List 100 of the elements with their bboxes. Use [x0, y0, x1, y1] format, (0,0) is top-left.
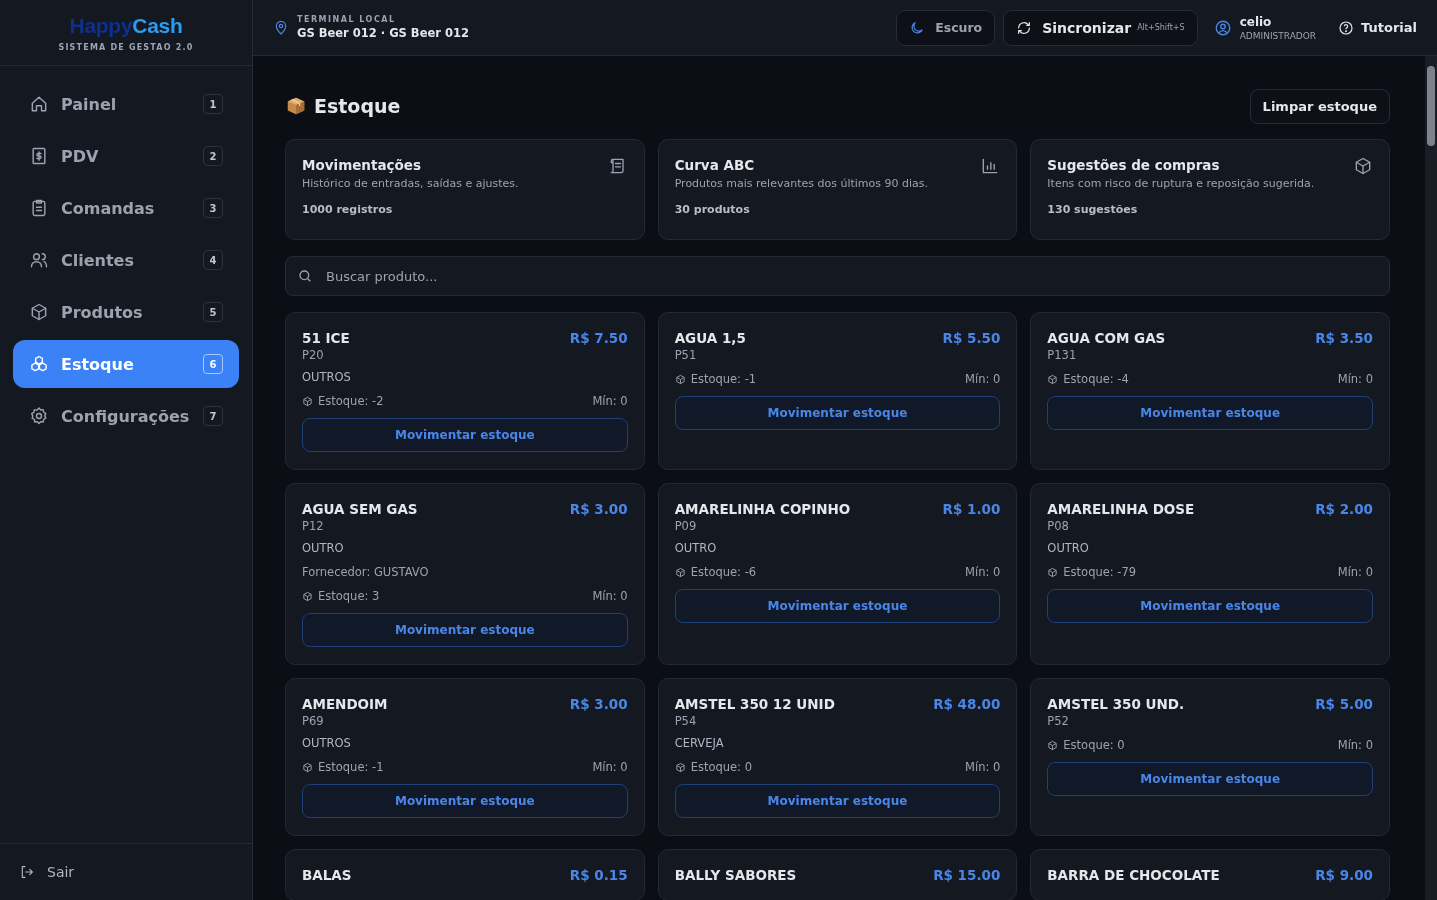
- product-price: R$ 5.50: [942, 330, 1001, 346]
- sidebar-item[interactable]: PDV 2: [13, 132, 239, 180]
- product-price: R$ 5.00: [1315, 696, 1373, 712]
- logo-subtitle: SISTEMA DE GESTAO 2.0: [58, 42, 194, 52]
- box-icon: [674, 373, 686, 385]
- product-price: R$ 2.00: [1315, 501, 1373, 517]
- product-category: OUTRO: [302, 541, 345, 555]
- search-field[interactable]: Buscar produto...: [285, 256, 1390, 296]
- terminal-name: GS Beer 012 · GS Beer 012: [297, 26, 469, 40]
- box-icon: [1353, 156, 1373, 176]
- card-count: 130 sugestões: [1047, 203, 1139, 216]
- card-title: Movimentações: [302, 157, 421, 173]
- product-price: R$ 1.00: [942, 501, 1001, 517]
- card-title: Curva ABC: [674, 157, 755, 173]
- product-price: R$ 3.00: [569, 501, 628, 517]
- product-name: AMSTEL 350 12 UNID: [674, 696, 835, 712]
- product-price: R$ 9.00: [1315, 867, 1373, 883]
- sidebar-item[interactable]: Estoque 6: [13, 340, 239, 388]
- sidebar-item[interactable]: Comandas 3: [13, 184, 239, 232]
- users-icon: [29, 250, 49, 270]
- logout-icon: [19, 864, 35, 880]
- product-code: P09: [674, 519, 698, 533]
- product-name: BALLY SABORES: [674, 867, 797, 883]
- card-description: Itens com risco de ruptura e reposição sugerida.: [1047, 177, 1316, 190]
- product-price: R$ 7.50: [569, 330, 628, 346]
- move-stock-button[interactable]: Movimentar estoque: [1047, 762, 1373, 796]
- user-name: celio: [1239, 14, 1273, 29]
- product-price: R$ 3.00: [569, 696, 628, 712]
- product-code: P52: [1047, 714, 1070, 728]
- gear-icon: [29, 406, 49, 426]
- card-title: Sugestões de compras: [1047, 157, 1220, 173]
- clipboard-icon: [29, 198, 49, 218]
- tutorial-button[interactable]: Tutorial: [1338, 19, 1417, 36]
- sidebar-item[interactable]: Clientes 4: [13, 236, 239, 284]
- sidebar-item[interactable]: Produtos 5: [13, 288, 239, 336]
- product-price: R$ 48.00: [933, 696, 1001, 712]
- stock-level: Estoque: -1: [318, 760, 385, 774]
- box-icon: [302, 395, 313, 407]
- product-name: AGUA COM GAS: [1047, 330, 1166, 346]
- minimum-stock: Mín: 0: [965, 760, 1001, 774]
- product-price: R$ 3.50: [1315, 330, 1373, 346]
- sidebar-item[interactable]: Configurações 7: [13, 392, 239, 440]
- product-code: P20: [302, 348, 325, 362]
- box-icon: [302, 761, 313, 773]
- product-price: R$ 0.15: [569, 867, 628, 883]
- minimum-stock: Mín: 0: [592, 760, 628, 774]
- product-name: AMENDOIM: [302, 696, 388, 712]
- product-code: P54: [674, 714, 698, 728]
- minimum-stock: Mín: 0: [965, 565, 1001, 579]
- scrollbar[interactable]: [1425, 56, 1437, 900]
- minimum-stock: Mín: 0: [1337, 372, 1373, 386]
- stock-level: Estoque: 0: [690, 760, 753, 774]
- product-code: P69: [302, 714, 325, 728]
- summary-card[interactable]: Movimentações Histórico de entradas, saídas e ajustes. 1000 registros: [285, 139, 645, 240]
- product-name: AMARELINHA DOSE: [1047, 501, 1195, 517]
- move-stock-button[interactable]: Movimentar estoque: [1047, 396, 1373, 430]
- move-stock-button[interactable]: Movimentar estoque: [1047, 589, 1373, 623]
- product-category: CERVEJA: [674, 736, 725, 750]
- product-name: AMSTEL 350 UND.: [1047, 696, 1185, 712]
- minimum-stock: Mín: 0: [592, 589, 628, 603]
- stock-level: Estoque: -4: [1063, 372, 1130, 386]
- stock-level: Estoque: -2: [318, 394, 385, 408]
- product-category: OUTRO: [674, 541, 718, 555]
- move-stock-button[interactable]: Movimentar estoque: [674, 784, 1001, 818]
- boxes-icon: [29, 354, 49, 374]
- card-count: 1000 registros: [302, 203, 394, 216]
- search-icon: [297, 268, 313, 284]
- product-category: OUTRO: [1047, 541, 1090, 555]
- sync-button[interactable]: Sincronizar Alt+Shift+S: [1003, 9, 1198, 46]
- product-code: P131: [1047, 348, 1078, 362]
- terminal-label: TERMINAL LOCAL: [297, 15, 397, 24]
- sidebar-item[interactable]: Painel 1: [13, 80, 239, 128]
- theme-button[interactable]: Escuro: [896, 9, 996, 46]
- box-icon: [674, 566, 686, 578]
- move-stock-button[interactable]: Movimentar estoque: [302, 418, 628, 452]
- product-name: AMARELINHA COPINHO: [674, 501, 851, 517]
- logout-link[interactable]: Sair: [19, 864, 75, 880]
- product-code: P51: [674, 348, 698, 362]
- stock-level: Estoque: -1: [690, 372, 758, 386]
- summary-card[interactable]: Sugestões de compras Itens com risco de ruptura e reposição sugerida. 130 sugestões: [1030, 139, 1390, 240]
- move-stock-button[interactable]: Movimentar estoque: [302, 613, 628, 647]
- card-description: Produtos mais relevantes dos últimos 90 dias.: [674, 177, 929, 190]
- stock-level: Estoque: -79: [1063, 565, 1138, 579]
- product-name: 51 ICE: [302, 330, 350, 346]
- card-description: Histórico de entradas, saídas e ajustes.: [302, 177, 520, 190]
- product-code: P08: [1047, 519, 1070, 533]
- move-stock-button[interactable]: Movimentar estoque: [302, 784, 628, 818]
- clear-stock-button[interactable]: Limpar estoque: [1249, 88, 1390, 124]
- product-category: OUTROS: [302, 370, 352, 384]
- move-stock-button[interactable]: Movimentar estoque: [674, 589, 1001, 623]
- user-icon: [1213, 18, 1232, 37]
- product-supplier: Fornecedor: GUSTAVO: [302, 565, 430, 579]
- location-pin-icon: [273, 19, 289, 36]
- product-name: BARRA DE CHOCOLATE: [1047, 867, 1220, 883]
- product-name: BALAS: [302, 867, 352, 883]
- product-category: OUTROS: [302, 736, 352, 750]
- box-icon: [674, 761, 686, 773]
- move-stock-button[interactable]: Movimentar estoque: [674, 396, 1001, 430]
- package-icon: [285, 95, 307, 117]
- summary-card[interactable]: Curva ABC Produtos mais relevantes dos últimos 90 dias. 30 produtos: [657, 139, 1018, 240]
